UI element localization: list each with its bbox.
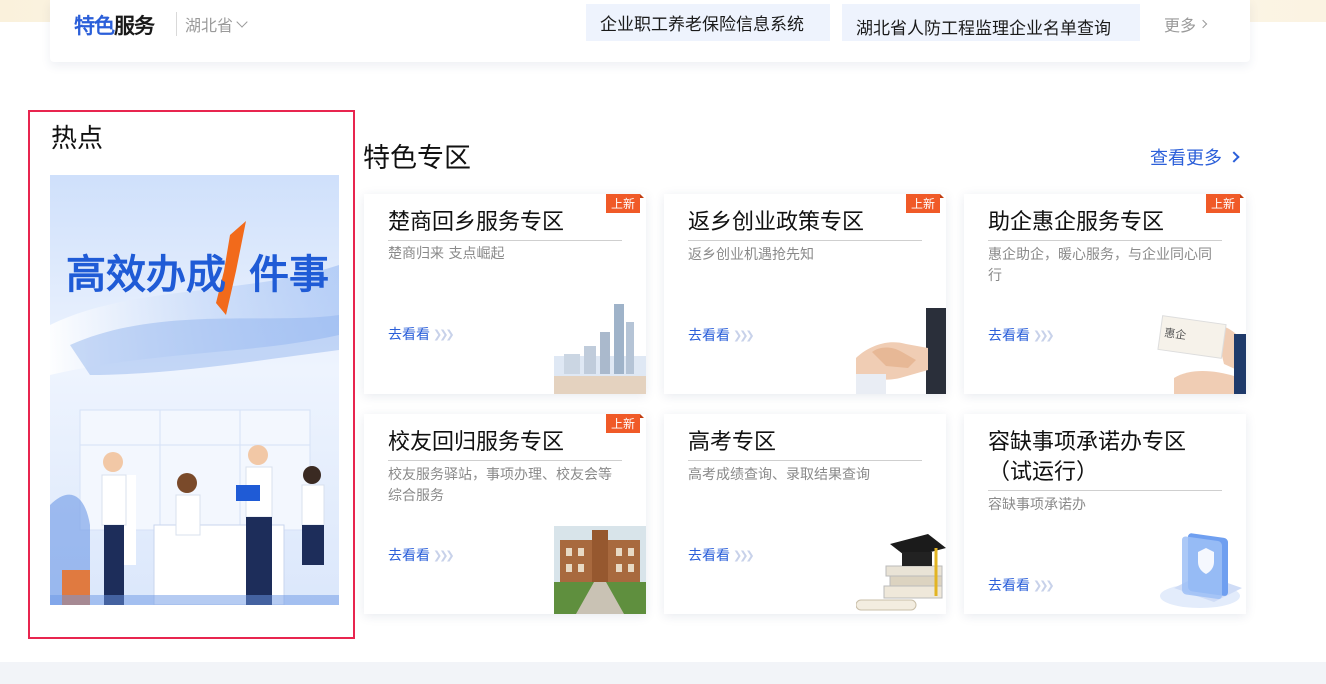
view-more-label: 查看更多 [1150,148,1222,169]
city-skyline-icon [554,304,646,394]
hot-banner[interactable]: 高效办成 件事 [50,175,339,605]
double-chevron-icon: ❯❯❯ [1033,578,1055,592]
zone-card-title: 返乡创业政策专区 [688,208,922,241]
featured-services-brand: 特色服务 [74,10,155,40]
zone-card-title: 助企惠企服务专区 [988,208,1222,241]
go-see-link[interactable]: 去看看 ❯❯❯ [688,545,755,565]
hot-topics-panel: 热点 高效办成 件事 [28,110,355,639]
zone-card-desc: 楚商归来 支点崛起 [388,246,505,262]
double-chevron-icon: ❯❯❯ [433,327,455,341]
hot-topics-title: 热点 [51,124,104,154]
more-services-link[interactable]: 更多 [1164,12,1208,36]
brand-part1: 特色 [74,14,115,38]
handshake-icon [856,308,946,394]
zone-card-chushang[interactable]: 上新 楚商回乡服务专区 楚商归来 支点崛起 去看看 ❯❯❯ [364,194,646,394]
province-label: 湖北省 [185,16,234,35]
shield-document-icon [1160,533,1242,608]
service-link-civil-defense[interactable]: 湖北省人防工程监理企业名单查询 [842,4,1140,41]
go-see-label: 去看看 [688,328,730,344]
zone-card-desc: 高考成绩查询、录取结果查询 [688,467,870,483]
zone-card-alumni[interactable]: 上新 校友回归服务专区 校友服务驿站，事项办理、校友会等综合服务 去看看 ❯❯❯ [364,414,646,614]
banner-illustration: 高效办成 件事 [50,175,339,605]
go-see-link[interactable]: 去看看 ❯❯❯ [988,325,1055,345]
zone-card-enterprise-support[interactable]: 上新 助企惠企服务专区 惠企助企，暖心服务，与企业同心同行 去看看 ❯❯❯ 惠企 [964,194,1246,394]
brand-part2: 服务 [114,14,155,38]
go-see-label: 去看看 [388,327,430,343]
zone-card-desc: 校友服务驿站，事项办理、校友会等综合服务 [388,467,612,504]
go-see-link[interactable]: 去看看 ❯❯❯ [688,325,755,345]
double-chevron-icon: ❯❯❯ [433,548,455,562]
chevron-down-icon [236,16,248,28]
province-selector[interactable]: 湖北省 [176,12,248,36]
go-see-link[interactable]: 去看看 ❯❯❯ [388,324,455,344]
zone-card-return-startup[interactable]: 上新 返乡创业政策专区 返乡创业机遇抢先知 去看看 ❯❯❯ [664,194,946,394]
double-chevron-icon: ❯❯❯ [1033,328,1055,342]
zone-card-title: 校友回归服务专区 [388,428,622,461]
go-see-label: 去看看 [988,578,1030,594]
service-link-pension[interactable]: 企业职工养老保险信息系统 [586,4,830,41]
double-chevron-icon: ❯❯❯ [733,328,755,342]
zone-card-title: 楚商回乡服务专区 [388,208,622,241]
go-see-label: 去看看 [688,548,730,564]
zone-card-desc: 惠企助企，暖心服务，与企业同心同行 [988,247,1212,284]
banner-headline-left: 高效办成 [66,253,226,297]
featured-zones-title: 特色专区 [363,143,471,174]
chevron-right-icon [1198,19,1208,29]
featured-services-bar: 特色服务 湖北省 企业职工养老保险信息系统 湖北省人防工程监理企业名单查询 更多 [50,0,1250,62]
zone-card-title: 高考专区 [688,428,922,461]
go-see-label: 去看看 [988,328,1030,344]
banner-headline-right: 件事 [249,253,329,297]
go-see-label: 去看看 [388,548,430,564]
chevron-right-icon [1228,151,1240,163]
double-chevron-icon: ❯❯❯ [733,548,755,562]
more-label: 更多 [1164,16,1197,35]
university-building-icon [554,526,646,614]
business-card-icon: 惠企 [1157,315,1246,394]
go-see-link[interactable]: 去看看 ❯❯❯ [988,575,1055,595]
zone-card-desc: 容缺事项承诺办 [988,497,1086,513]
footer-strip [0,662,1326,684]
view-more-link[interactable]: 查看更多 [1150,144,1240,170]
zone-card-tolerance-commitment[interactable]: 容缺事项承诺办专区（试运行） 容缺事项承诺办 去看看 ❯❯❯ [964,414,1246,614]
zone-card-desc: 返乡创业机遇抢先知 [688,247,814,263]
zone-card-gaokao[interactable]: 高考专区 高考成绩查询、录取结果查询 去看看 ❯❯❯ [664,414,946,614]
go-see-link[interactable]: 去看看 ❯❯❯ [388,545,455,565]
zone-card-title: 容缺事项承诺办专区（试运行） [988,428,1222,491]
graduation-cap-icon [856,534,946,611]
